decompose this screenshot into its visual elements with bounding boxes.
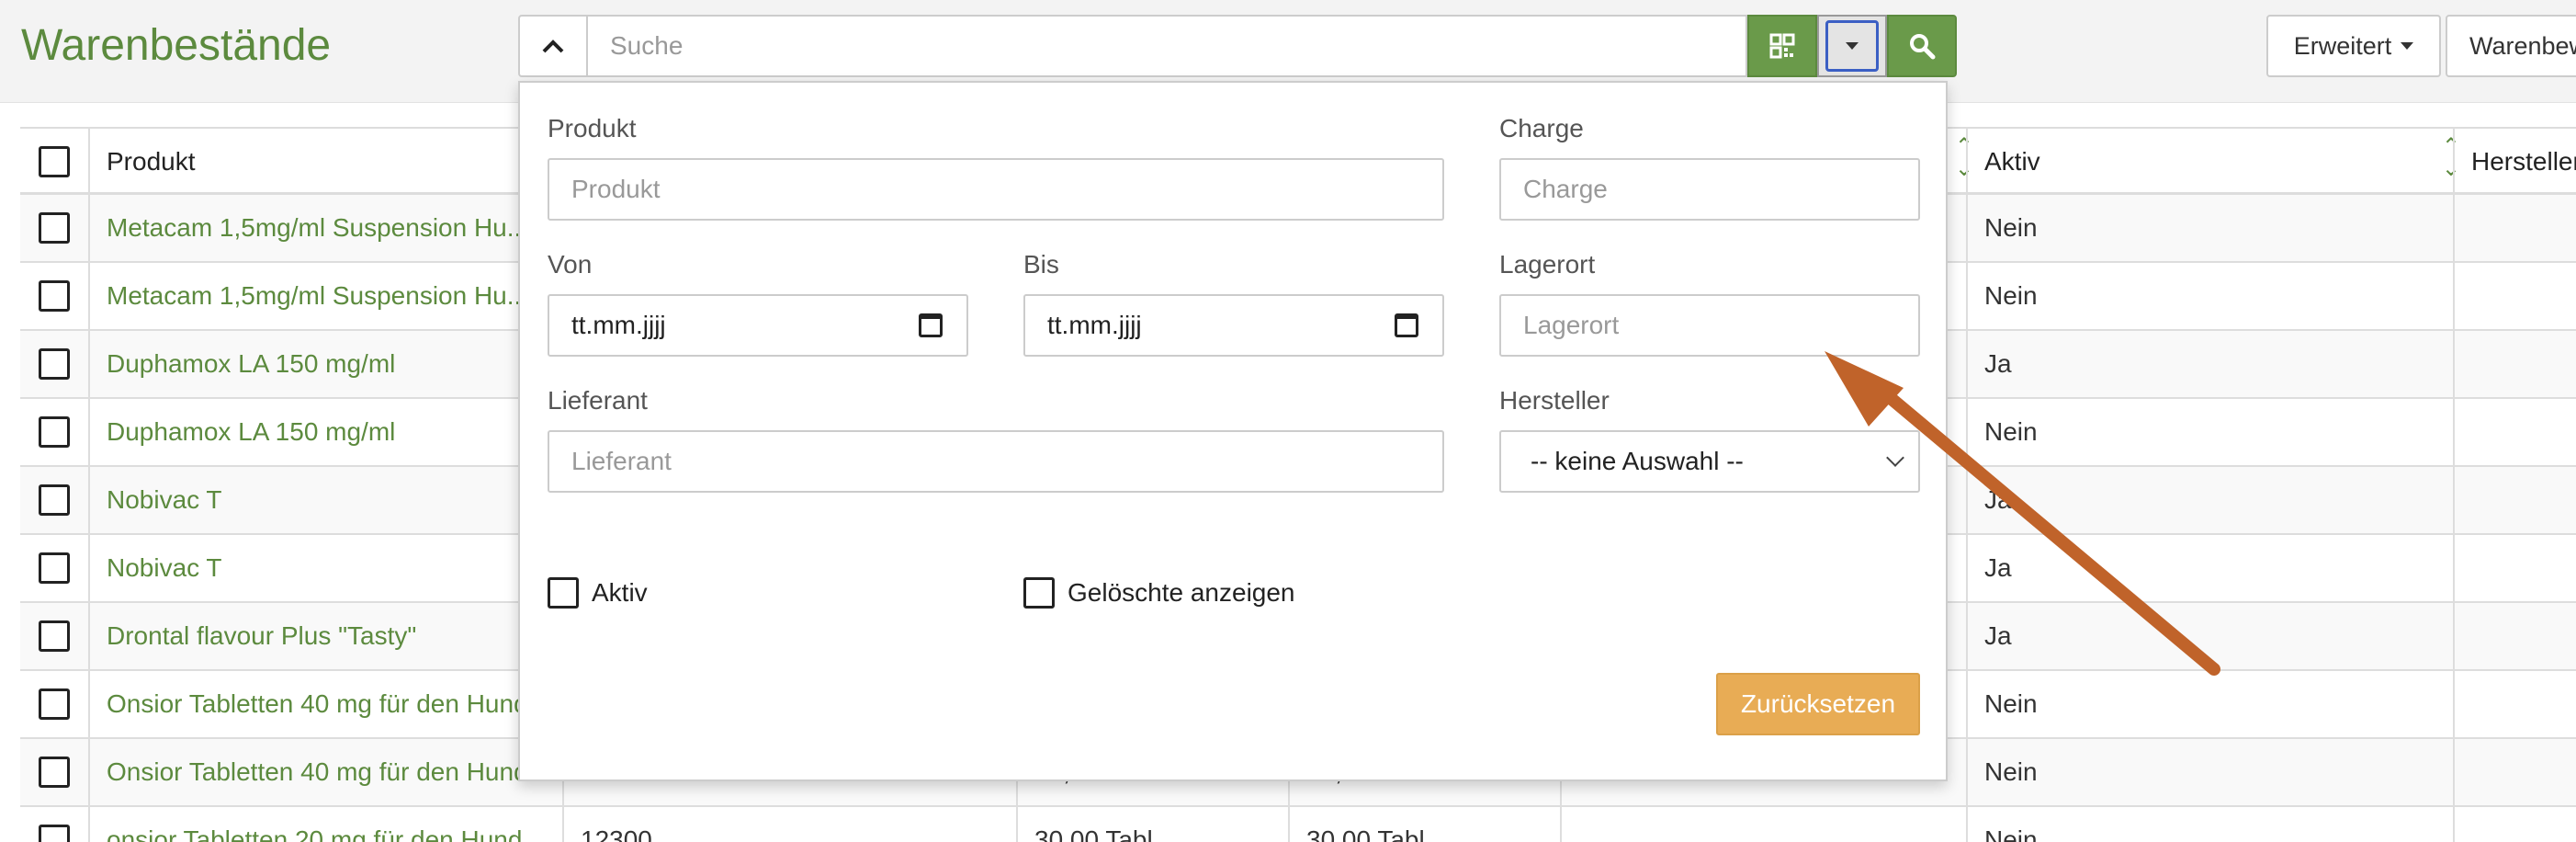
annotation-arrow-shaft bbox=[1868, 378, 2220, 676]
annotation-arrow-head bbox=[1825, 351, 1904, 427]
annotation-arrow bbox=[1825, 351, 2220, 676]
